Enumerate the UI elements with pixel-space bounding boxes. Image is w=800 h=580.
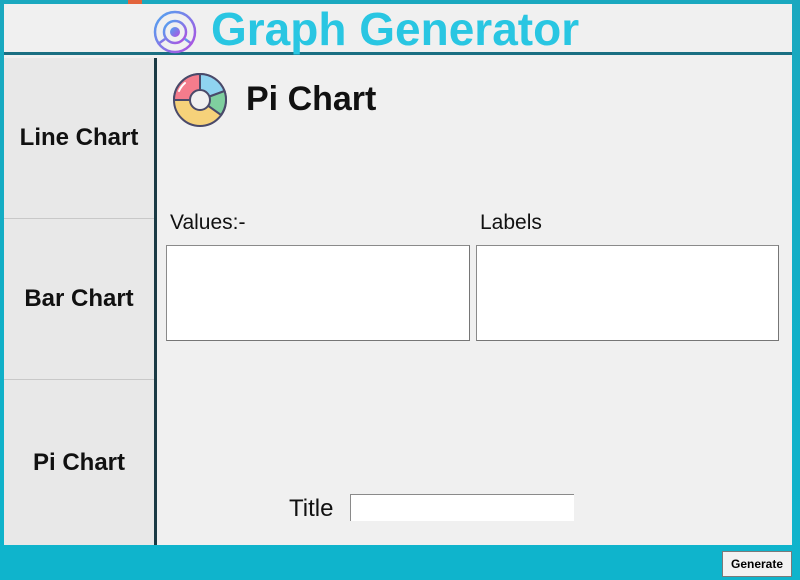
sidebar-item-line-chart[interactable]: Line Chart	[4, 58, 154, 219]
sidebar-item-bar-chart[interactable]: Bar Chart	[4, 219, 154, 380]
values-textarea[interactable]	[166, 245, 470, 341]
page-title: Pi Chart	[246, 80, 377, 118]
title-label: Title	[289, 495, 334, 522]
sidebar-item-pi-chart[interactable]: Pi Chart	[4, 380, 154, 545]
labels-textarea[interactable]	[476, 245, 779, 341]
chart-logo-icon	[153, 10, 197, 54]
app-title: Graph Generator	[211, 3, 580, 55]
pie-chart-icon	[172, 72, 227, 127]
main-content: Pi Chart Values:- Labels Title	[157, 58, 792, 545]
values-label: Values:-	[170, 211, 246, 234]
app-header: Graph Generator	[4, 4, 792, 55]
labels-label: Labels	[480, 211, 542, 234]
title-input[interactable]	[350, 494, 574, 521]
sidebar-nav: Line Chart Bar Chart Pi Chart	[4, 58, 157, 545]
generate-button[interactable]: Generate	[722, 551, 792, 577]
app-window: Graph Generator Line Chart Bar Chart Pi …	[4, 4, 792, 545]
